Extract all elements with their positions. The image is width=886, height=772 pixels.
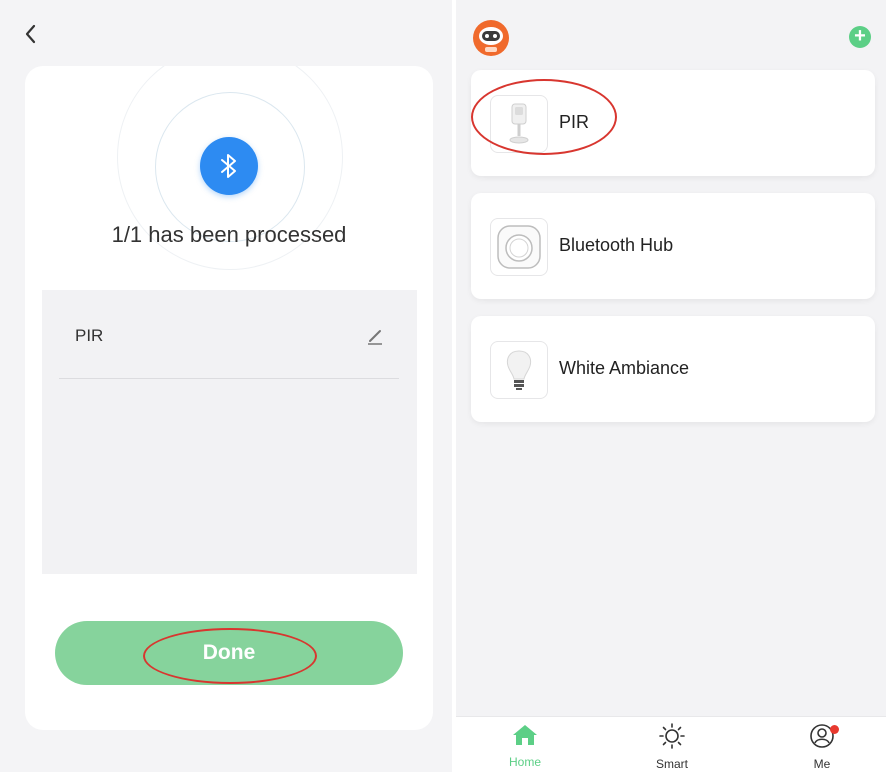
home-screen: + PIR Bluetooth Hub White Ambiance Home … — [456, 0, 886, 772]
tab-me[interactable]: Me — [782, 723, 862, 771]
device-card-white-ambiance[interactable]: White Ambiance — [471, 316, 875, 422]
robot-avatar-icon[interactable] — [473, 20, 509, 56]
chevron-left-icon — [25, 24, 36, 44]
bluetooth-hub-icon — [490, 218, 548, 276]
device-name: Bluetooth Hub — [559, 235, 674, 255]
device-name: PIR — [559, 112, 590, 132]
done-label: Done — [202, 641, 256, 664]
list-item[interactable]: PIR — [59, 290, 399, 379]
pir-sensor-icon — [490, 95, 548, 153]
processed-device-list: PIR — [42, 290, 417, 574]
add-device-button[interactable]: + — [849, 26, 871, 48]
tab-home[interactable]: Home — [485, 723, 565, 769]
device-name: White Ambiance — [559, 358, 690, 378]
pencil-icon[interactable] — [365, 326, 385, 346]
notification-badge — [830, 725, 839, 734]
status-text: 1/1 has been processed — [111, 222, 347, 247]
light-bulb-icon — [490, 341, 548, 399]
tab-label: Smart — [655, 757, 688, 771]
device-name: PIR — [75, 326, 104, 345]
device-card-bluetooth-hub[interactable]: Bluetooth Hub — [471, 193, 875, 299]
sun-icon — [659, 723, 685, 749]
bluetooth-icon — [200, 137, 258, 195]
bottom-tab-bar: Home Smart Me — [456, 716, 886, 772]
tab-label: Me — [813, 757, 831, 771]
home-icon — [513, 725, 537, 745]
tab-label: Home — [508, 755, 541, 769]
tab-smart[interactable]: Smart — [632, 723, 712, 771]
plus-icon: + — [854, 25, 866, 47]
setup-card: 1/1 has been processed PIR Done — [25, 66, 433, 730]
back-button[interactable] — [20, 20, 46, 48]
device-setup-screen: 1/1 has been processed PIR Done — [0, 0, 452, 772]
device-card-pir[interactable]: PIR — [471, 70, 875, 176]
done-button[interactable]: Done — [55, 621, 403, 685]
